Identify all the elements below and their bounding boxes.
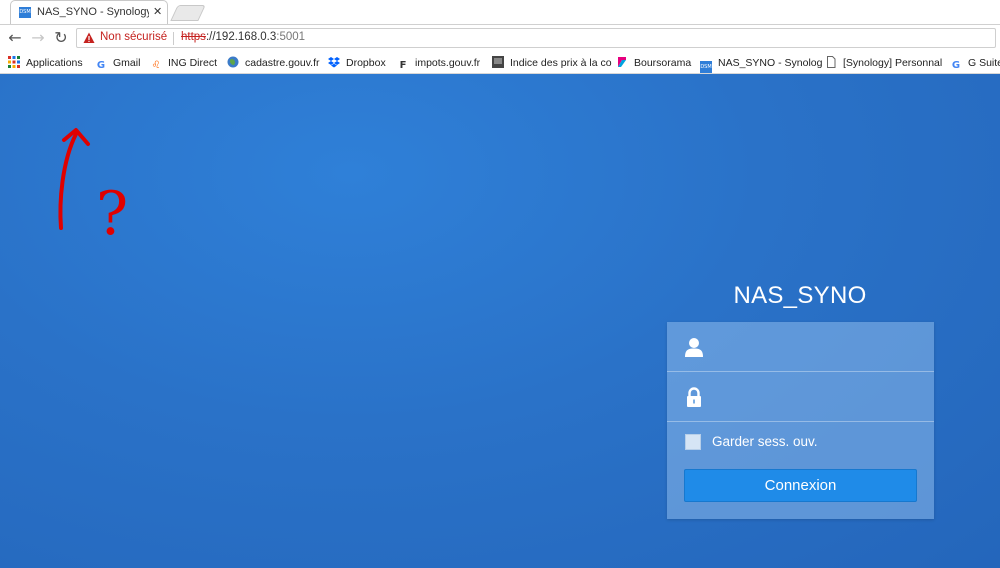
security-status-label[interactable]: Non sécurisé <box>100 31 167 43</box>
bookmark-label: NAS_SYNO - Synolog <box>718 57 823 69</box>
ing-lion-icon: ♌ <box>151 60 161 71</box>
bookmark-synology-personnal[interactable]: [Synology] Personnal <box>825 55 942 71</box>
annotation-mark: ? <box>96 179 128 249</box>
bookmark-label: [Synology] Personnal <box>843 57 943 69</box>
apps-grid-icon <box>8 56 20 68</box>
bookmarks-bar: Applications G Gmail ♌ ING Direct cadastre… <box>0 52 1000 74</box>
bookmark-ing-direct[interactable]: ♌ ING Direct <box>150 55 218 71</box>
remember-label[interactable]: Garder sess. ouv. <box>712 434 818 449</box>
connexion-button[interactable]: Connexion <box>684 469 917 502</box>
remember-checkbox[interactable] <box>685 434 701 450</box>
forward-arrow-icon[interactable]: → <box>28 28 48 48</box>
username-field[interactable] <box>667 322 934 372</box>
tab-close-icon[interactable]: ✕ <box>153 5 162 18</box>
question-mark-annotation: ? <box>58 128 128 249</box>
warning-triangle-icon[interactable] <box>83 32 95 44</box>
bookmark-gmail[interactable]: G Gmail <box>95 55 141 71</box>
password-input[interactable] <box>715 384 919 410</box>
google-icon: G <box>96 60 106 71</box>
tab-strip: DSM NAS_SYNO - Synology D ✕ <box>0 0 1000 25</box>
login-background: ? NAS_SYNO Garder sess. ouv. Connexion <box>0 74 1000 568</box>
omnibox-divider <box>173 32 174 45</box>
insee-icon <box>492 56 504 68</box>
bookmark-label: cadastre.gouv.fr <box>245 57 320 69</box>
new-tab-button[interactable] <box>170 5 206 21</box>
bookmark-applications[interactable]: Applications <box>8 55 83 71</box>
tab-title: NAS_SYNO - Synology D <box>37 6 149 18</box>
browser-toolbar: ← → ↻ Non sécurisé https://192.168.0.3:5… <box>0 25 1000 52</box>
login-panel: Garder sess. ouv. Connexion <box>667 322 934 519</box>
address-bar[interactable]: Non sécurisé https://192.168.0.3:5001 <box>76 28 996 48</box>
bookmark-label: Gmail <box>113 57 141 69</box>
google-icon: G <box>951 60 961 71</box>
bookmark-cadastre[interactable]: cadastre.gouv.fr <box>227 55 320 71</box>
boursorama-icon <box>616 56 628 68</box>
url-port: :5001 <box>276 31 306 43</box>
bookmark-label: Applications <box>26 57 83 69</box>
server-name-title: NAS_SYNO <box>733 282 867 309</box>
back-arrow-icon[interactable]: ← <box>5 28 25 48</box>
lock-icon <box>687 387 701 407</box>
bookmark-dropbox[interactable]: Dropbox <box>328 55 386 71</box>
dsm-icon: DSM <box>700 61 712 73</box>
bookmark-nas-syno[interactable]: DSM NAS_SYNO - Synolog <box>700 55 823 73</box>
browser-tab[interactable]: DSM NAS_SYNO - Synology D ✕ <box>10 0 168 24</box>
dropbox-icon <box>328 56 340 68</box>
bookmark-label: Dropbox <box>346 57 386 69</box>
globe-icon <box>227 56 239 68</box>
bookmark-label: impots.gouv.fr <box>415 57 481 69</box>
url-protocol: https <box>181 31 206 43</box>
page-icon <box>825 56 837 68</box>
dsm-favicon-icon: DSM <box>19 7 31 18</box>
password-field[interactable] <box>667 372 934 422</box>
username-input[interactable] <box>715 334 919 360</box>
bookmark-g-suite[interactable]: G G Suite <box>950 55 1000 71</box>
url-host: ://192.168.0.3 <box>205 31 277 43</box>
user-icon <box>685 338 703 357</box>
bookmark-impots[interactable]: Fimpots.gouv.fr <box>397 55 481 71</box>
bookmark-label: ING Direct <box>168 57 218 69</box>
bookmark-label: Boursorama <box>634 57 692 69</box>
bookmark-indice-prix[interactable]: Indice des prix à la co <box>492 55 612 71</box>
bookmark-label: Indice des prix à la co <box>510 57 612 69</box>
bookmark-boursorama[interactable]: Boursorama <box>616 55 691 71</box>
reload-icon[interactable]: ↻ <box>51 28 71 48</box>
impots-icon: F <box>399 60 407 71</box>
bookmark-label: G Suite <box>968 57 1000 69</box>
url-text[interactable]: https://192.168.0.3:5001 <box>181 31 305 43</box>
